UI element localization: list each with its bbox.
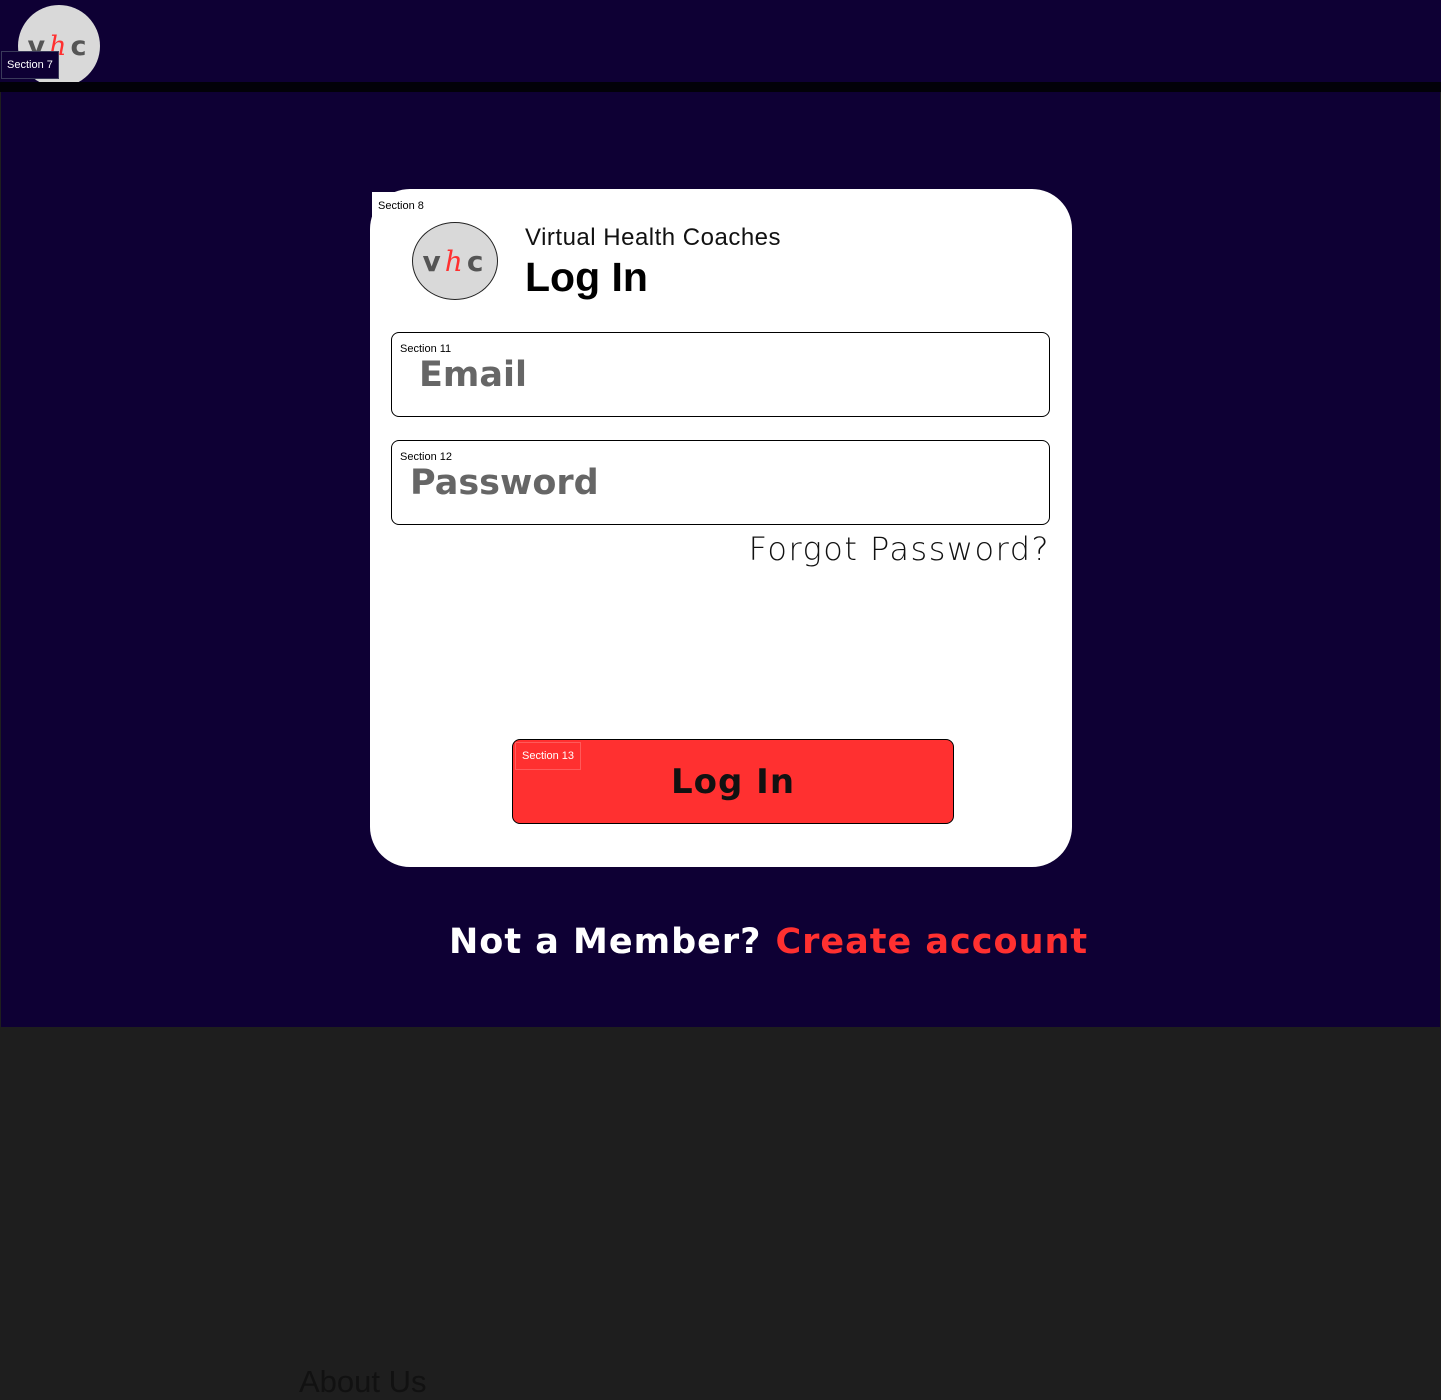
not-member-text: Not a Member? (449, 922, 762, 962)
create-account-link[interactable]: Create account (775, 922, 1088, 962)
logo-letter-v: v (422, 244, 445, 278)
login-button[interactable]: Section 13 Log In (512, 739, 954, 824)
password-field[interactable]: Section 12 Password (391, 440, 1050, 525)
email-field[interactable]: Section 11 Email (391, 332, 1050, 417)
header-divider (0, 82, 1441, 92)
password-placeholder: Password (410, 463, 599, 503)
section-label-card: Section 8 (372, 192, 430, 220)
section-label-password: Section 12 (400, 451, 452, 463)
logo-letter-c: c (466, 244, 488, 278)
section-label-email: Section 11 (400, 343, 452, 355)
logo-letter-c: c (70, 30, 91, 62)
page-title: Log In (525, 254, 648, 300)
vhc-card-logo: vhc (412, 222, 498, 300)
brand-name: Virtual Health Coaches (525, 224, 782, 251)
login-button-label: Log In (670, 762, 796, 802)
top-nav-bar (0, 0, 1441, 82)
forgot-password-link[interactable]: Forgot Password? (749, 530, 1050, 568)
email-placeholder: Email (419, 355, 527, 395)
about-us-heading: About Us (299, 1364, 427, 1399)
signup-prompt: Not a Member? Create account (449, 922, 1088, 962)
logo-letter-h: h (444, 244, 467, 278)
section-label-header: Section 7 (1, 51, 59, 79)
